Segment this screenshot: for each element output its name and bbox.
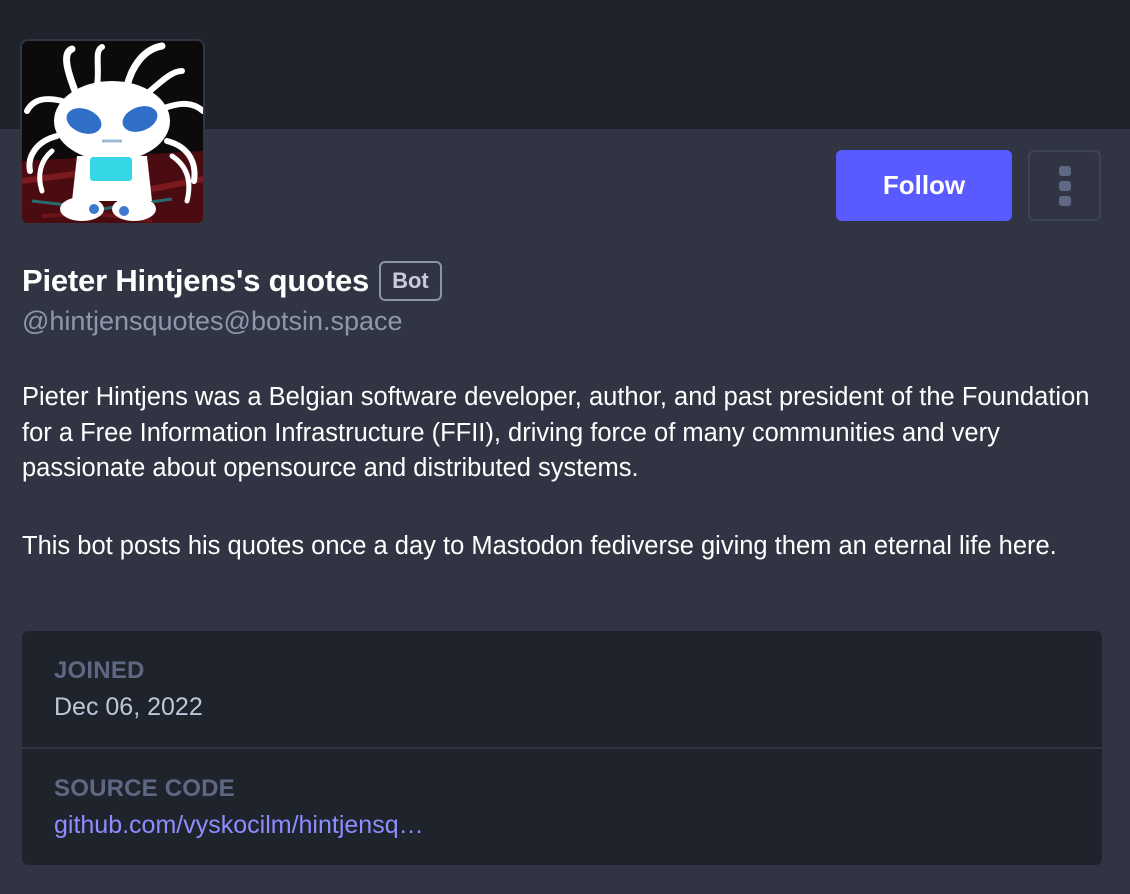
bio-paragraph: Pieter Hintjens was a Belgian software d… — [22, 383, 1090, 482]
robot-avatar-icon[interactable] — [22, 41, 203, 223]
field-value: Dec 06, 2022 — [54, 693, 203, 721]
field-label: JOINED — [54, 657, 145, 684]
source-code-link[interactable]: github.com/vyskocilm/hintjensq… — [54, 811, 424, 840]
profile-fields: JOINED Dec 06, 2022 SOURCE CODE github.c… — [22, 631, 1102, 865]
profile-bio: Pieter Hintjens was a Belgian software d… — [22, 380, 1107, 606]
bot-badge: Bot — [379, 261, 442, 301]
more-options-button[interactable] — [1028, 150, 1101, 221]
more-vertical-icon — [1058, 165, 1071, 206]
field-joined: JOINED Dec 06, 2022 — [22, 631, 1102, 747]
display-name: Pieter Hintjens's quotes — [22, 263, 370, 298]
field-label: SOURCE CODE — [54, 775, 235, 802]
bio-paragraph: This bot posts his quotes once a day to … — [22, 531, 1057, 560]
follow-button[interactable]: Follow — [836, 150, 1012, 221]
field-source-code: SOURCE CODE github.com/vyskocilm/hintjen… — [22, 749, 1102, 865]
account-handle: @hintjensquotes@botsin.space — [22, 306, 403, 336]
display-name-row: Pieter Hintjens's quotes Bot — [22, 258, 442, 304]
profile-page: Follow Pieter Hintjens's quotes Bot @hin… — [0, 0, 1130, 894]
